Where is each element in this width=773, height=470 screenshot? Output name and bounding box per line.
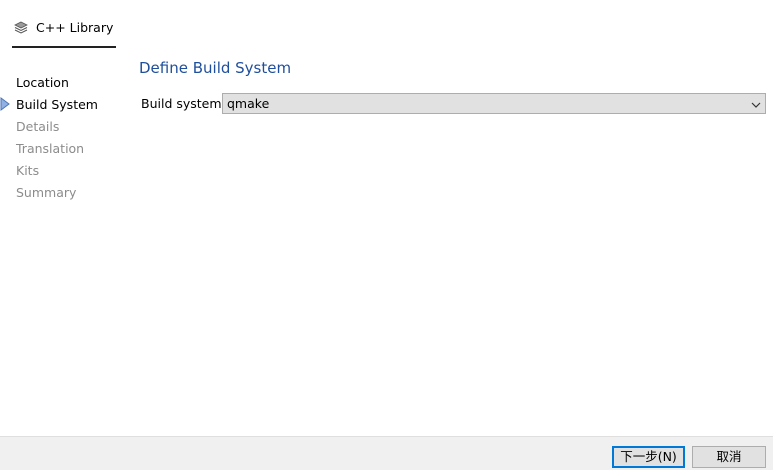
step-translation: Translation <box>16 141 85 156</box>
current-step-arrow-icon <box>0 97 10 111</box>
wizard-header: C++ Library <box>0 0 773 50</box>
tab-label: C++ Library <box>36 20 114 35</box>
build-system-label: Build system: <box>141 96 226 111</box>
stack-icon <box>14 21 28 35</box>
step-location: Location <box>16 75 69 90</box>
page-title: Define Build System <box>139 59 292 77</box>
step-details: Details <box>16 119 60 134</box>
tab-cpp-library[interactable]: C++ Library <box>12 14 116 48</box>
step-kits: Kits <box>16 163 40 178</box>
next-button[interactable]: 下一步(N) <box>612 446 685 468</box>
build-system-select[interactable]: qmake <box>222 93 766 114</box>
step-summary: Summary <box>16 185 77 200</box>
wizard-footer: 下一步(N) 取消 <box>0 436 773 470</box>
cancel-button[interactable]: 取消 <box>692 446 766 468</box>
step-build-system: Build System <box>16 97 98 112</box>
chevron-down-icon <box>751 99 761 109</box>
build-system-value: qmake <box>227 96 270 111</box>
